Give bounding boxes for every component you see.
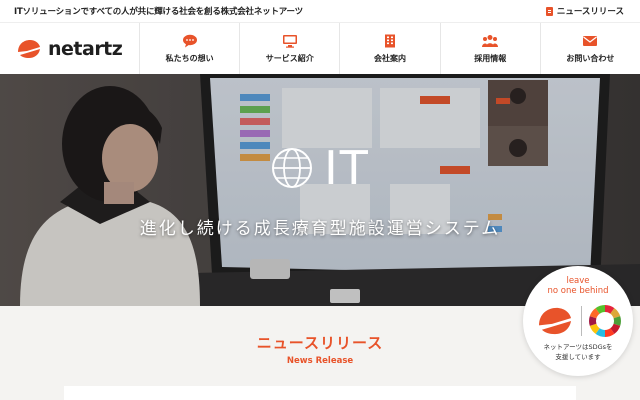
nav-item-services[interactable]: サービス紹介	[240, 23, 341, 74]
sdgs-caption-line1: ネットアーツはSDGsを	[543, 343, 613, 351]
hero-subtitle: 進化し続ける成長療育型施設運営システム	[139, 219, 501, 239]
sdgs-slogan-line1: leave	[566, 276, 590, 286]
sdgs-caption: ネットアーツはSDGsを 支援しています	[523, 342, 633, 362]
sdgs-badge[interactable]: leave no one behind ネットアーツはSDGsを 支援しています	[523, 266, 633, 376]
main-header: netartz 私たちの想い サービス紹介 会社案内 採用情報 お問い合わせ	[0, 22, 640, 75]
people-icon	[482, 34, 499, 47]
site-tagline: ITソリューションですべての人が共に輝ける社会を創る株式会社ネットアーツ	[14, 7, 303, 17]
building-icon	[385, 34, 395, 47]
nav-item-company[interactable]: 会社案内	[340, 23, 441, 74]
news-release-link[interactable]: ニュースリリース	[545, 5, 624, 17]
speech-bubble-icon	[182, 34, 197, 47]
nav-label: お問い合わせ	[566, 53, 615, 63]
hero-banner: IT 進化し続ける成長療育型施設運営システム	[0, 74, 640, 306]
sdgs-wheel-icon	[588, 304, 622, 338]
nav-label: 私たちの想い	[165, 53, 214, 63]
sdgs-slogan: leave no one behind	[523, 276, 633, 296]
document-icon	[545, 6, 553, 16]
news-release-link-label: ニュースリリース	[556, 7, 624, 17]
globe-icon	[272, 148, 313, 188]
news-list-panel	[64, 386, 576, 400]
nav-item-contact[interactable]: お問い合わせ	[541, 23, 640, 74]
nav-item-our-thoughts[interactable]: 私たちの想い	[140, 23, 241, 74]
hero-content: IT 進化し続ける成長療育型施設運営システム	[0, 74, 640, 306]
sdgs-slogan-line2: no one behind	[547, 286, 609, 296]
logo-text: netartz	[48, 38, 123, 60]
top-strip: ITソリューションですべての人が共に輝ける社会を創る株式会社ネットアーツ ニュー…	[0, 0, 640, 22]
sdgs-logos	[531, 303, 625, 339]
main-nav: 私たちの想い サービス紹介 会社案内 採用情報 お問い合わせ	[140, 23, 640, 74]
site-logo[interactable]: netartz	[0, 23, 140, 75]
hero-title: IT	[324, 141, 370, 195]
hero-title-row: IT	[0, 145, 640, 191]
nav-label: 会社案内	[374, 53, 406, 63]
sdgs-caption-line2: 支援しています	[555, 353, 601, 361]
mail-icon	[583, 35, 598, 46]
nav-label: 採用情報	[474, 53, 507, 63]
monitor-icon	[282, 34, 297, 48]
netartz-logo-icon	[16, 38, 42, 60]
nav-item-recruit[interactable]: 採用情報	[441, 23, 541, 74]
netartz-logo-icon	[535, 305, 575, 337]
divider	[580, 306, 582, 336]
nav-label: サービス紹介	[265, 53, 314, 63]
